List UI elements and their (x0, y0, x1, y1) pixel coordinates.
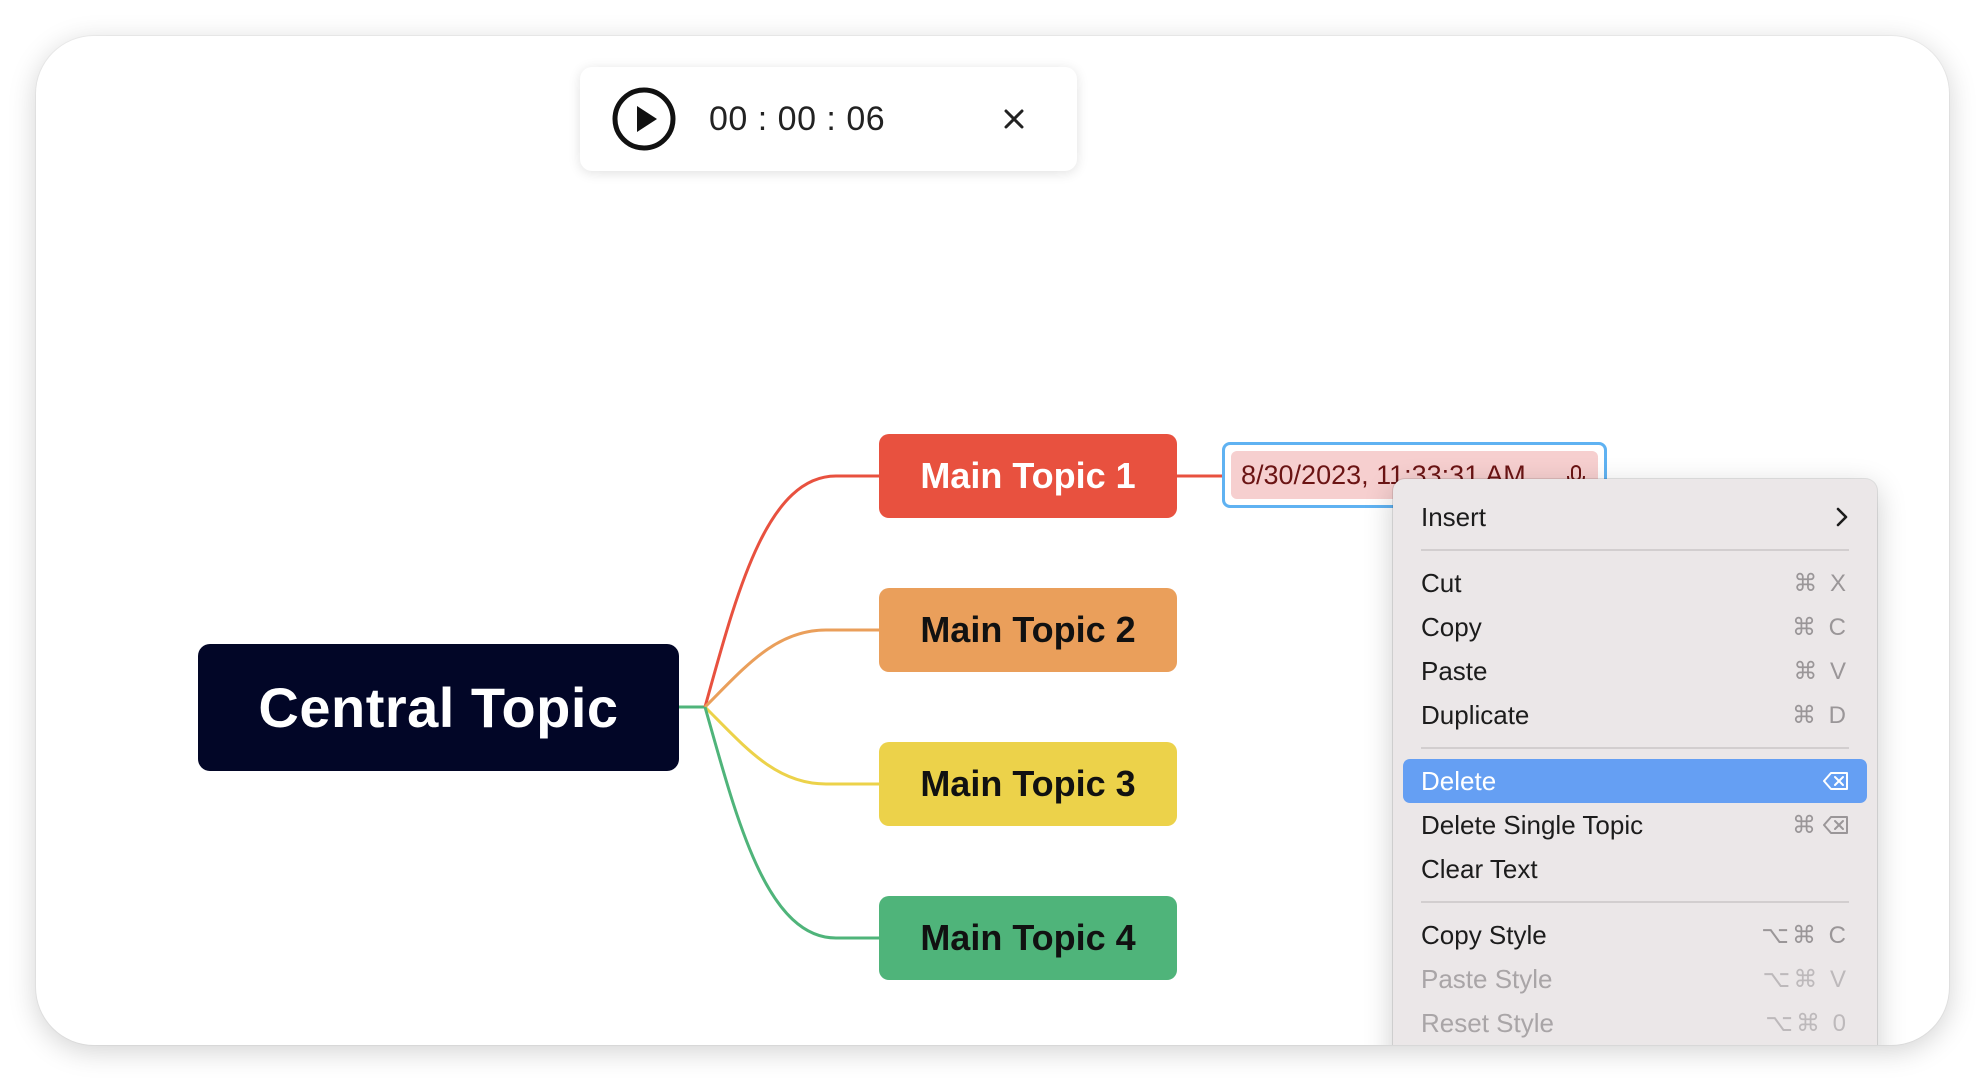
menu-item-copy[interactable]: Copy ⌘ C (1403, 605, 1867, 649)
menu-shortcut: ⌘ X (1793, 569, 1849, 597)
menu-item-cut[interactable]: Cut ⌘ X (1403, 561, 1867, 605)
menu-shortcut: ⌘ D (1792, 701, 1849, 729)
menu-item-label: Paste Style (1421, 963, 1553, 994)
app-canvas: 00 : 00 : 06 Central Topic Main Topic 1 … (36, 36, 1949, 1045)
menu-separator (1421, 901, 1849, 903)
menu-item-copy-style[interactable]: Copy Style ⌥⌘ C (1403, 913, 1867, 957)
main-topic-2[interactable]: Main Topic 2 (879, 588, 1177, 672)
menu-item-label: Reset Style (1421, 1007, 1554, 1038)
central-topic[interactable]: Central Topic (198, 644, 679, 771)
menu-item-label: Cut (1421, 567, 1462, 598)
menu-item-label: Insert (1421, 501, 1487, 532)
menu-shortcut: ⌥⌘ V (1762, 965, 1849, 993)
menu-item-clear-text[interactable]: Clear Text (1403, 847, 1867, 891)
main-topic-3[interactable]: Main Topic 3 (879, 742, 1177, 826)
menu-item-label: Copy Style (1421, 919, 1547, 950)
menu-item-label: Delete Single Topic (1421, 809, 1644, 840)
menu-item-label: Delete (1421, 765, 1497, 796)
menu-shortcut: ⌘ C (1792, 613, 1849, 641)
menu-item-label: Paste (1421, 655, 1488, 686)
menu-item-insert[interactable]: Insert (1403, 495, 1867, 539)
connector-topic-4 (703, 706, 879, 940)
play-circle-icon[interactable] (612, 87, 676, 151)
chevron-right-icon (1836, 507, 1848, 527)
menu-separator (1421, 747, 1849, 749)
connector-topic-3 (703, 705, 879, 786)
menu-item-delete-single-topic[interactable]: Delete Single Topic ⌘ (1403, 803, 1867, 847)
audio-player: 00 : 00 : 06 (580, 67, 1077, 171)
close-icon[interactable] (998, 103, 1030, 135)
menu-item-label: Copy (1421, 611, 1482, 642)
connector-topic-2 (703, 628, 879, 709)
command-key: ⌘ (1792, 811, 1819, 839)
screen: 00 : 00 : 06 Central Topic Main Topic 1 … (0, 0, 1984, 1080)
context-menu: Insert Cut ⌘ X Copy ⌘ C Paste ⌘ V Duplic… (1393, 479, 1877, 1045)
menu-item-reset-style[interactable]: Reset Style ⌥⌘ 0 (1403, 1001, 1867, 1045)
delete-key-icon (1823, 816, 1848, 834)
menu-separator (1421, 549, 1849, 551)
menu-item-paste[interactable]: Paste ⌘ V (1403, 649, 1867, 693)
menu-item-label: Duplicate (1421, 699, 1530, 730)
menu-shortcut: ⌥⌘ 0 (1765, 1009, 1849, 1037)
delete-key-icon (1823, 772, 1848, 790)
playback-timer: 00 : 00 : 06 (709, 100, 886, 138)
menu-item-delete[interactable]: Delete (1403, 759, 1867, 803)
connector-topic-1 (703, 474, 879, 708)
menu-item-label: Clear Text (1421, 853, 1538, 884)
menu-item-duplicate[interactable]: Duplicate ⌘ D (1403, 693, 1867, 737)
menu-item-paste-style[interactable]: Paste Style ⌥⌘ V (1403, 957, 1867, 1001)
main-topic-4[interactable]: Main Topic 4 (879, 896, 1177, 980)
menu-shortcut (1823, 771, 1849, 791)
menu-shortcut: ⌘ (1792, 811, 1849, 840)
menu-shortcut: ⌘ V (1793, 657, 1849, 685)
main-topic-1[interactable]: Main Topic 1 (879, 434, 1177, 518)
menu-shortcut: ⌥⌘ C (1761, 921, 1849, 949)
